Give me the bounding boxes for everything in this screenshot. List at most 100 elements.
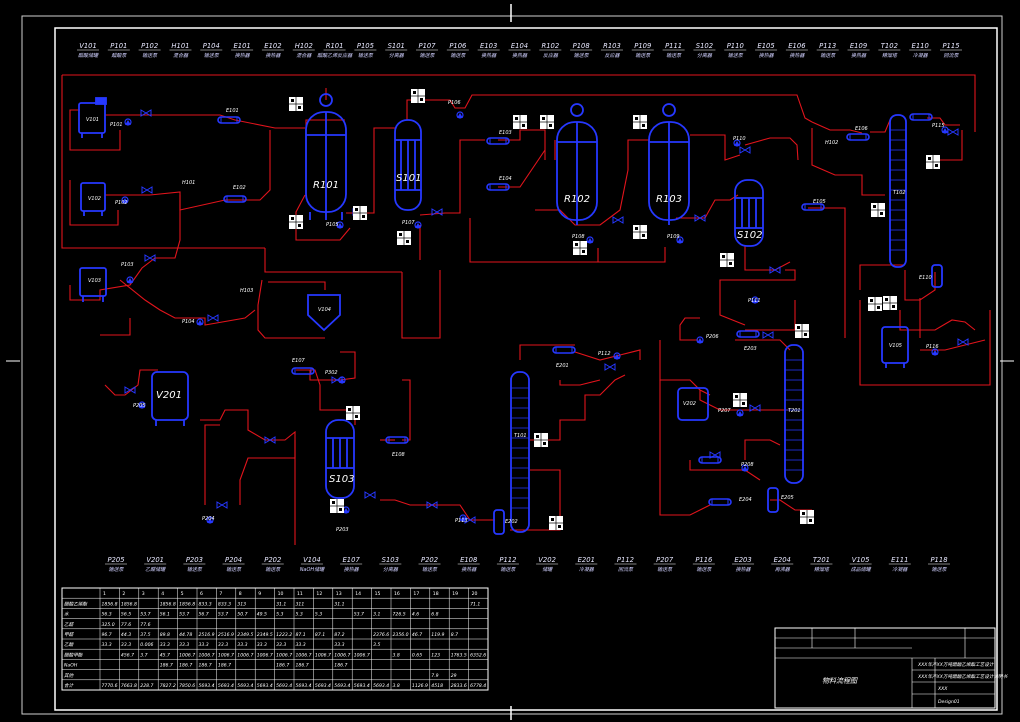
table-cell: 1006.7 [354,652,370,658]
reboiler-E110 [931,264,943,288]
label-P205: P205 [133,403,146,409]
equipment-header-row-top: V101 醋酸储罐 P101 醋酸泵 P102 输送泵 H101 混合器 P104 输送泵 E101… [77,42,962,59]
table-column-header: 3 [142,591,145,597]
label-P115: P115 [932,123,945,129]
header-desc: 换热器 [512,52,528,59]
table-cell: 2349.5 [257,632,273,638]
label-P103: P103 [121,262,134,268]
header-tag: P113 [819,42,836,50]
table-cell: 7827.2 [160,683,176,689]
label-T201: T201 [788,408,801,414]
table-cell: 5.3 [315,612,322,618]
header-desc: 醋酸乙烯反应器 [317,52,353,59]
title-block-sheet: Design01 [938,699,960,705]
header-tag: R101 [326,42,344,50]
header-desc: 换热器 [481,52,497,59]
label-P106: P106 [448,100,461,106]
header-tag: T102 [881,42,898,50]
valves [124,109,969,524]
label-E107: E107 [292,358,306,364]
table-row-label: 甲醛 [64,632,75,638]
label-V105: V105 [889,343,902,349]
table-cell: 5693.4 [334,683,350,689]
header-desc: 输送泵 [358,52,374,59]
header-desc: 分离器 [383,566,399,573]
header-desc: 醋酸储罐 [78,52,99,59]
header-tag: V202 [538,556,556,564]
table-cell: 1006.7 [334,652,350,658]
reboiler-E202 [493,509,505,535]
equipment-header-row-bottom: P205 输送泵 V201 乙醛储罐 P203 输送泵 P204 输送泵 P202 输送泵 V104… [105,556,950,573]
header-tag: P106 [449,42,467,50]
table-cell: 186.7 [199,663,212,669]
header-tag: P116 [695,556,713,564]
header-desc: 精馏塔 [814,566,830,573]
label-E104: E104 [499,176,512,182]
header-desc: 储罐 [542,566,553,573]
header-desc: 输送泵 [265,566,281,573]
table-cell: 2516.9 [199,632,215,638]
table-cell: 1006.7 [218,652,234,658]
table-cell: 1006.7 [276,652,292,658]
label-V202: V202 [683,401,696,407]
table-cell: 3.5 [373,642,380,648]
header-desc: 输送泵 [728,52,744,59]
header-tag: P205 [107,556,124,564]
header-desc: 输送泵 [696,566,712,573]
label-P104: P104 [182,319,195,325]
table-cell: 33.3 [334,642,344,648]
table-cell: 1856.8 [160,601,176,607]
table-cell: 87.2 [334,632,344,638]
label-P203: P203 [336,527,349,533]
stream-data-table: 1 2 3 4 5 6 7 8 9 10 11 12 13 14 15 16 17 18 19 20醋酸乙烯酯 1856… [61,587,489,691]
table-cell: 186.7 [218,663,231,669]
table-column-header: 1 [103,591,106,597]
header-tag: S101 [388,42,405,50]
header-desc: 输送泵 [420,52,436,59]
header-tag: P104 [203,42,220,50]
table-cell: 1856.8 [102,601,118,607]
table-cell: 1006.7 [296,652,312,658]
table-cell: 186.7 [276,663,289,669]
table-cell: 5693.4 [257,683,273,689]
header-tag: E111 [891,556,908,564]
label-P207: P207 [718,408,731,414]
table-cell: 33.3 [218,642,228,648]
label-H102: H102 [825,140,838,146]
header-desc: 换热器 [789,52,805,59]
header-tag: H102 [295,42,313,50]
label-E105: E105 [813,199,826,205]
table-cell: 77.6 [140,622,150,628]
header-desc: 乙醛储罐 [145,566,166,573]
table-column-header: 12 [316,591,322,597]
label-R101: R101 [313,180,339,191]
outer-frame [21,15,1003,715]
header-tag: E104 [511,42,528,50]
header-desc: 反应器 [543,52,559,59]
table-cell: 33.3 [121,642,131,648]
label-E204: E204 [739,497,752,503]
table-cell: 56.1 [160,612,170,618]
table-cell: 53.7 [354,612,364,618]
table-cell: 313 [237,601,246,607]
cad-viewport[interactable]: { "drawing_title": "物料流程图", "title_block… [0,0,1020,722]
table-column-header: 20 [472,591,478,597]
title-block-line2: XXX年产XX万吨醋酸乙烯酯工艺设计说明书 [917,674,1009,680]
header-tag: E110 [912,42,929,50]
table-cell: 228.7 [140,683,153,689]
title-block-drawn: XXX [937,686,948,692]
label-S103: S103 [329,474,354,485]
table-cell: 56.7 [199,612,209,618]
table-cell: 33.3 [199,642,209,648]
header-desc: 输送泵 [108,566,124,573]
header-tag: V201 [146,556,164,564]
header-tag: S103 [382,556,399,564]
header-desc: 输送泵 [187,566,203,573]
header-tag: P107 [418,42,436,50]
header-tag: E106 [788,42,806,50]
table-cell: 77.6 [121,622,131,628]
table-cell: 325.0 [102,622,115,628]
table-row-label: 合计 [64,683,74,689]
table-cell: 45.7 [160,652,170,658]
table-cell: 1006.7 [257,652,273,658]
